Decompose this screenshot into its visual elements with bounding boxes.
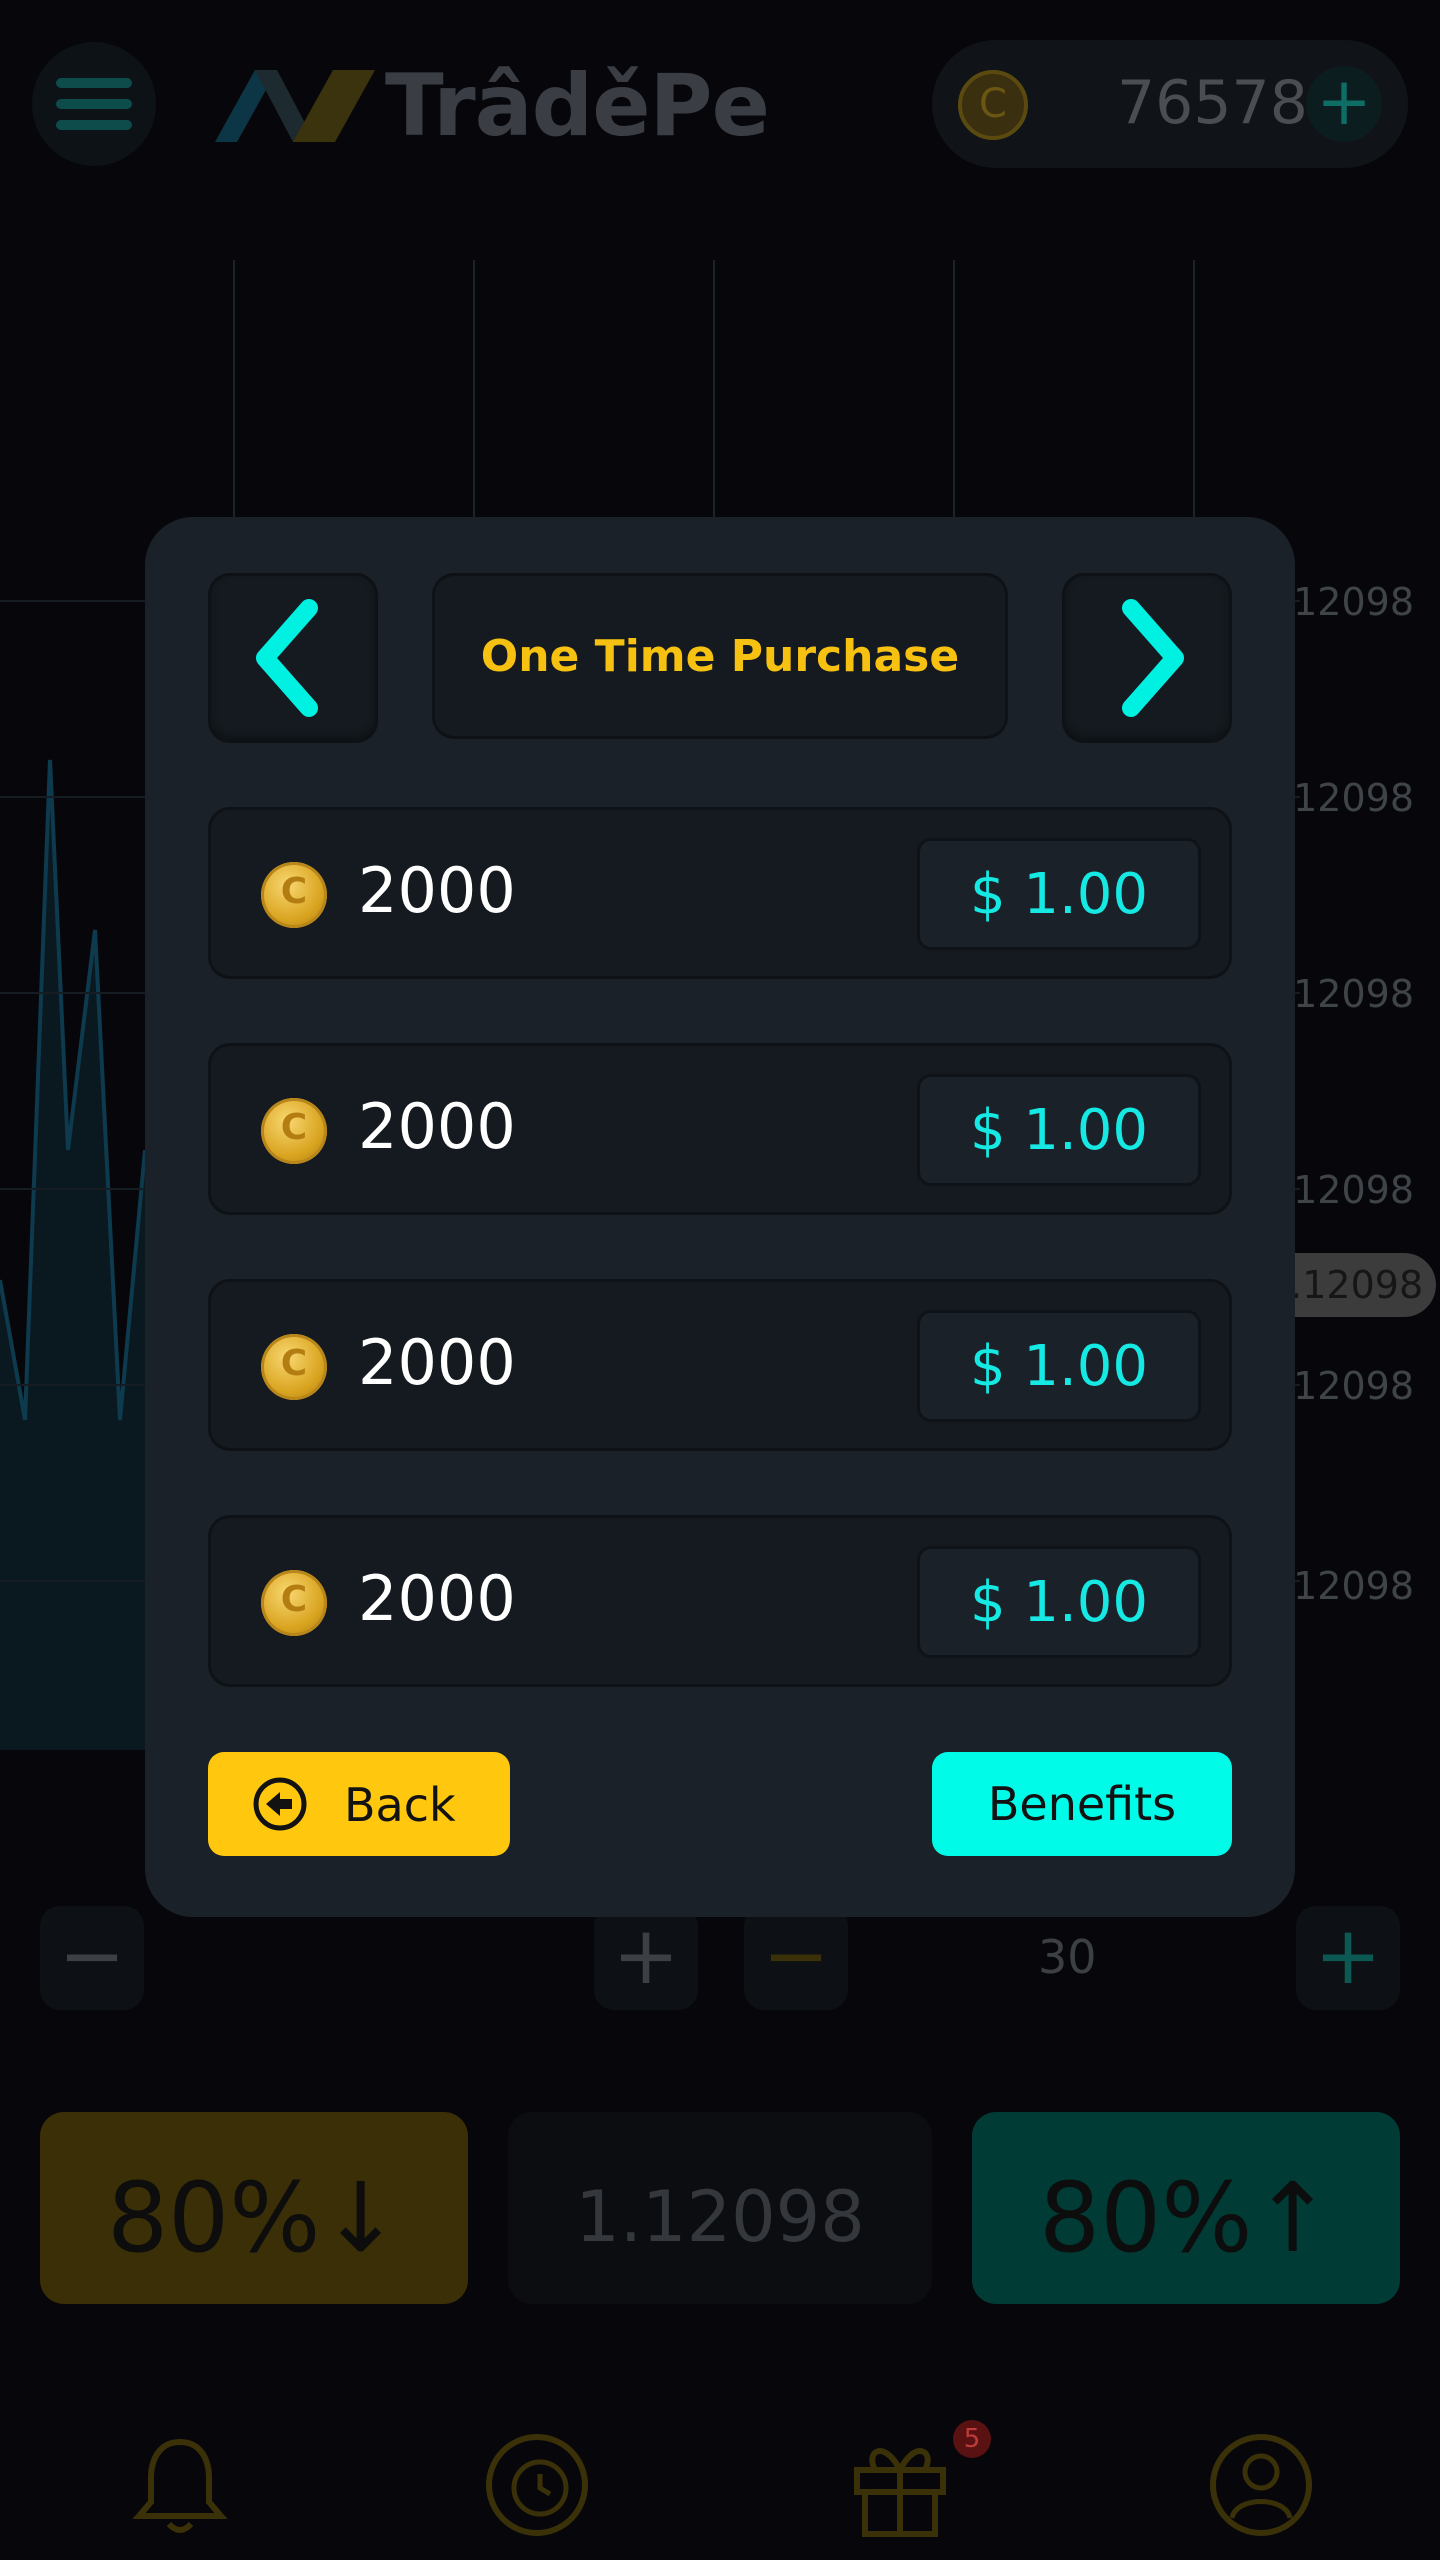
coin-pack-row: 2000 $ 1.00: [208, 1043, 1232, 1215]
back-button-label: Back: [344, 1778, 456, 1832]
benefits-button-label: Benefits: [987, 1777, 1177, 1831]
current-price-display: 1.12098: [508, 2112, 932, 2304]
coin-icon: [261, 1098, 327, 1164]
coin-icon: C: [958, 70, 1028, 140]
bell-icon[interactable]: [125, 2430, 235, 2540]
menu-button[interactable]: [32, 42, 156, 166]
balance-amount: 76578: [1117, 68, 1308, 138]
chevron-right-icon: [1122, 599, 1184, 717]
current-price-value: 1.12098: [575, 2176, 865, 2258]
plan-title: One Time Purchase: [480, 630, 960, 682]
trade-up-label: 80%↑: [1039, 2162, 1333, 2274]
pack-coin-amount: 2000: [358, 854, 516, 927]
add-funds-button[interactable]: +: [1306, 66, 1382, 142]
back-button[interactable]: Back: [208, 1752, 510, 1856]
coin-pack-row: 2000 $ 1.00: [208, 807, 1232, 979]
trade-down-button[interactable]: 80%↓: [40, 2112, 468, 2304]
pack-coin-amount: 2000: [358, 1562, 516, 1635]
pack-price-button[interactable]: $ 1.00: [917, 1310, 1201, 1422]
coin-icon: [261, 1570, 327, 1636]
pack-price: $ 1.00: [969, 861, 1149, 927]
hamburger-icon-line: [56, 120, 132, 130]
gift-icon[interactable]: [845, 2430, 955, 2540]
amount-decrease-button[interactable]: −: [40, 1906, 144, 2010]
coin-pack-row: 2000 $ 1.00: [208, 1515, 1232, 1687]
app-header: TrâděPe C 76578 +: [0, 0, 1440, 210]
arrow-left-circle-icon: [253, 1777, 307, 1831]
pack-coin-amount: 2000: [358, 1090, 516, 1163]
app-logo: TrâděPe: [215, 56, 770, 156]
hamburger-icon-line: [56, 78, 132, 88]
prev-plan-button[interactable]: [208, 573, 378, 743]
trade-up-button[interactable]: 80%↑: [972, 2112, 1400, 2304]
purchase-modal: One Time Purchase 2000 $ 1.00 2000 $ 1.0…: [145, 517, 1295, 1917]
pack-coin-amount: 2000: [358, 1326, 516, 1399]
amount-increase-button[interactable]: +: [594, 1906, 698, 2010]
next-plan-button[interactable]: [1062, 573, 1232, 743]
profile-icon[interactable]: [1206, 2430, 1316, 2540]
plan-title-box: One Time Purchase: [432, 573, 1008, 739]
coin-icon: [261, 862, 327, 928]
logo-mark-icon: [215, 70, 375, 142]
history-icon[interactable]: [482, 2430, 592, 2540]
chevron-left-icon: [256, 599, 318, 717]
duration-value: 30: [1038, 1930, 1097, 1984]
pack-price: $ 1.00: [969, 1333, 1149, 1399]
pack-price: $ 1.00: [969, 1097, 1149, 1163]
hamburger-icon-line: [56, 99, 132, 109]
pack-price: $ 1.00: [969, 1569, 1149, 1635]
coin-icon: [261, 1334, 327, 1400]
trade-down-label: 80%↓: [107, 2162, 401, 2274]
pack-price-button[interactable]: $ 1.00: [917, 1074, 1201, 1186]
gift-badge: 5: [953, 2420, 991, 2458]
bottom-nav: 5: [0, 2400, 1440, 2560]
pack-price-button[interactable]: $ 1.00: [917, 1546, 1201, 1658]
duration-decrease-button[interactable]: −: [744, 1906, 848, 2010]
trade-controls: − + − 30 +: [0, 1906, 1440, 2014]
duration-increase-button[interactable]: +: [1296, 1906, 1400, 2010]
logo-text: TrâděPe: [385, 56, 770, 156]
pack-price-button[interactable]: $ 1.00: [917, 838, 1201, 950]
benefits-button[interactable]: Benefits: [932, 1752, 1232, 1856]
coin-pack-row: 2000 $ 1.00: [208, 1279, 1232, 1451]
balance-pill[interactable]: C 76578 +: [932, 40, 1408, 168]
